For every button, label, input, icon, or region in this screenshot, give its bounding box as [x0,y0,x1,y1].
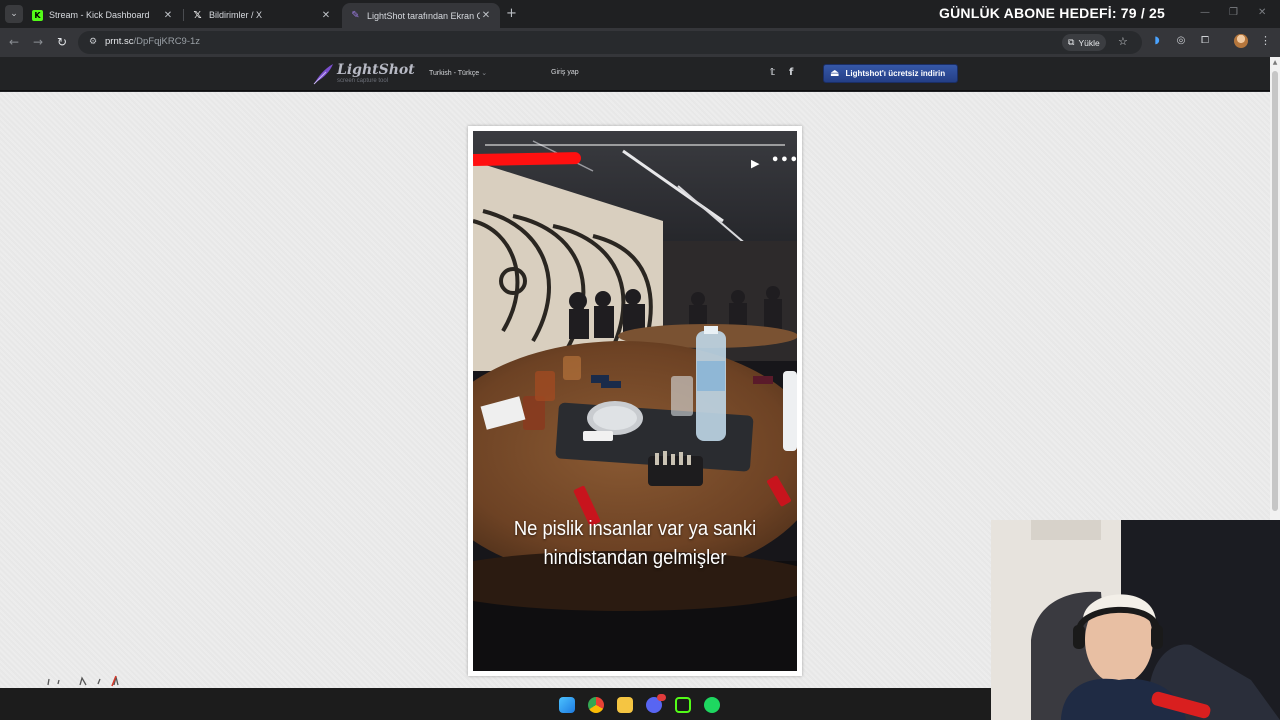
minimize-icon[interactable]: — [1200,7,1210,18]
tab-x-notifications[interactable]: 𝕏 Bildirimler / X ✕ [184,4,340,26]
lightshot-icon: ✎ [351,10,360,21]
extension-icon[interactable]: ◎ [1174,34,1188,48]
story-caption: Ne pislik insanlar var ya sanki hindista… [486,515,784,573]
brand-tagline: screen capture tool [337,78,389,84]
story-progress-bar [485,144,785,146]
site-header: LightShot screen capture tool Turkish - … [0,57,1270,91]
install-icon: ⧉ [1068,37,1075,48]
file-explorer-icon[interactable] [617,697,633,713]
language-selector[interactable]: Turkish - Türkçe ⌄ [429,69,487,77]
browser-menu-icon[interactable]: ⋮ [1260,34,1271,47]
kick-app-icon[interactable] [675,697,691,713]
spotify-icon[interactable] [704,697,720,713]
profile-avatar[interactable] [1234,34,1248,48]
site-info-icon[interactable]: ⚙ [86,35,100,49]
audio-extension-icon[interactable]: ◗ [1150,34,1164,48]
close-tab-icon[interactable]: ✕ [320,10,332,21]
facebook-icon[interactable]: f [789,67,793,78]
lightshot-logo[interactable]: LightShot screen capture tool [312,62,415,86]
tab-search-button[interactable]: ⌄ [5,5,23,23]
tab-label: LightShot tarafından Ekran Gör [367,10,480,21]
bookmark-star-icon[interactable]: ☆ [1118,35,1128,48]
browser-toolbar: ← → ↻ ⚙ prnt.sc/DpFqjKRC9-1z ⧉ Yükle ☆ [0,28,1280,57]
tab-kick-dashboard[interactable]: K Stream - Kick Dashboard ✕ [24,4,182,26]
forward-arrow-icon[interactable]: → [30,34,46,50]
chrome-icon[interactable] [588,697,604,713]
cafe-table-photo [473,131,797,671]
install-app-button[interactable]: ⧉ Yükle [1062,34,1106,51]
download-icon: ⏏ [830,68,840,79]
more-options-icon[interactable]: ••• [771,153,797,168]
close-window-icon[interactable]: ✕ [1258,7,1266,18]
login-link[interactable]: Giriş yap [551,69,579,76]
close-tab-icon[interactable]: ✕ [162,10,174,21]
scrollbar-thumb[interactable] [1272,71,1278,511]
redaction-mark [473,152,582,166]
brand-name: LightShot [337,62,415,78]
tab-label: Stream - Kick Dashboard [49,10,150,20]
twitter-icon[interactable]: 𝕥 [770,67,775,78]
reload-icon[interactable]: ↻ [54,34,70,50]
restore-icon[interactable]: ❐ [1229,7,1238,18]
start-icon[interactable] [559,697,575,713]
close-tab-icon[interactable]: ✕ [480,10,492,21]
scribble-mark [47,675,119,687]
caption-line-2: hindistandan gelmişler [543,547,727,569]
download-label: Lightshot'ı ücretsiz indirin [845,69,946,78]
install-label: Yükle [1078,37,1100,48]
tab-label: Bildirimler / X [209,10,263,20]
x-icon: 𝕏 [193,9,202,21]
streamer-webcam [991,520,1280,720]
scroll-up-icon[interactable]: ▲ [1270,59,1280,66]
download-button[interactable]: ⏏ Lightshot'ı ücretsiz indirin [823,64,958,83]
extensions-puzzle-icon[interactable]: ⧠ [1198,34,1212,48]
caption-line-1: Ne pislik insanlar var ya sanki [513,518,757,540]
address-bar[interactable]: ⚙ prnt.sc/DpFqjKRC9-1z ⧉ Yükle ☆ [78,31,1142,54]
feather-logo-icon [313,64,333,85]
new-tab-button[interactable]: + [506,6,517,21]
screenshot-image[interactable]: ▶ ••• Ne pislik insanlar var ya sanki hi… [473,131,797,671]
browser-tab-strip: ⌄ K Stream - Kick Dashboard ✕ 𝕏 Bildirim… [0,0,1280,28]
play-icon[interactable]: ▶ [751,157,759,170]
url-text[interactable]: prnt.sc/DpFqjKRC9-1z [105,36,200,47]
webcam-overlay [991,520,1280,720]
discord-badge [657,694,666,701]
screenshot-frame: ▶ ••• Ne pislik insanlar var ya sanki hi… [468,126,802,676]
kick-icon: K [32,9,43,21]
tab-lightshot[interactable]: ✎ LightShot tarafından Ekran Gör ✕ [342,3,500,28]
subscriber-goal-overlay: GÜNLÜK ABONE HEDEFİ: 79 / 25 [939,5,1166,21]
back-arrow-icon[interactable]: ← [6,34,22,50]
